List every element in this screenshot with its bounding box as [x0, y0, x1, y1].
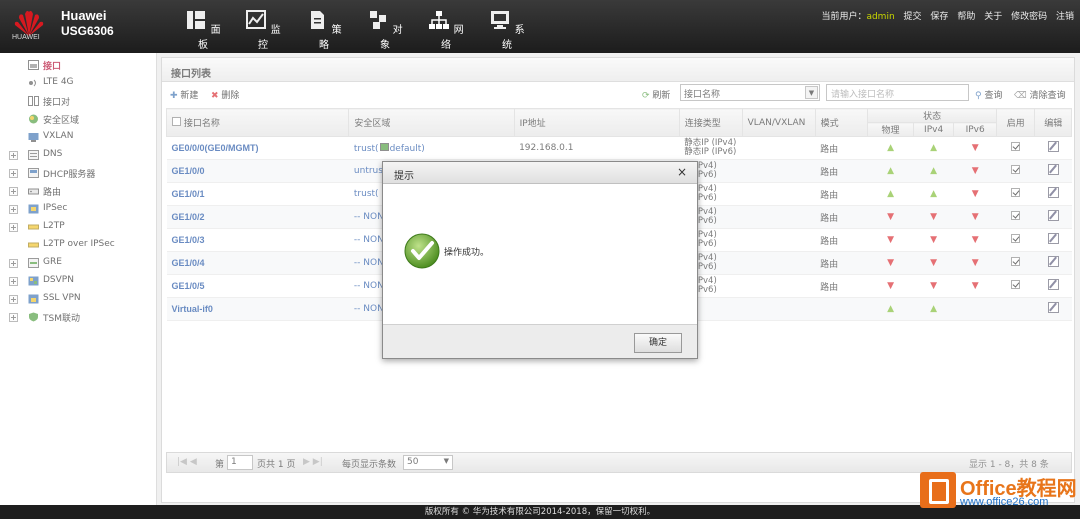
logo-text: HUAWEI	[12, 34, 40, 41]
nav-network[interactable]: 网络	[424, 10, 468, 51]
current-user: admin	[866, 12, 895, 22]
nav-object[interactable]: 对象	[363, 10, 407, 51]
dialog-footer: 确定	[383, 324, 697, 358]
device-model: USG6306	[61, 24, 114, 38]
system-icon	[491, 11, 510, 29]
watermark-url: www.office26.com	[960, 496, 1049, 508]
nav-system[interactable]: 系统	[485, 10, 529, 51]
network-icon	[429, 11, 450, 29]
success-dialog: 提示 × 操作成功。 确定	[382, 161, 698, 359]
dialog-message: 操作成功。	[444, 248, 490, 258]
watermark: Office教程网 www.office26.com	[920, 470, 1080, 519]
change-password-link[interactable]: 修改密码	[1011, 12, 1047, 22]
help-link[interactable]: 帮助	[957, 12, 975, 22]
office-logo-icon	[920, 472, 956, 508]
save-link[interactable]: 保存	[930, 12, 948, 22]
current-user-label: 当前用户：	[821, 12, 867, 22]
success-check-icon	[404, 233, 440, 269]
submit-link[interactable]: 提交	[904, 12, 922, 22]
object-icon	[370, 11, 387, 29]
dialog-title: 提示	[383, 162, 697, 184]
about-link[interactable]: 关于	[984, 12, 1002, 22]
logout-link[interactable]: 注销	[1056, 12, 1074, 22]
brand: Huawei USG6306	[61, 8, 114, 38]
ok-button[interactable]: 确定	[634, 333, 682, 353]
monitor-icon	[246, 10, 267, 29]
close-icon[interactable]: ×	[677, 165, 687, 179]
nav-monitor[interactable]: 监控	[241, 10, 285, 51]
top-right-links: 当前用户：admin 提交 保存 帮助 关于 修改密码 注销	[821, 9, 1074, 22]
nav-policy[interactable]: 策略	[302, 10, 346, 51]
footer: 版权所有 © 华为技术有限公司2014-2018，保留一切权利。	[0, 505, 1080, 519]
brand-name: Huawei	[61, 8, 107, 23]
nav-dashboard[interactable]: 面板	[181, 10, 225, 51]
top-bar: HUAWEI Huawei USG6306 面板 监控 策略 对象 网络 系统 …	[0, 0, 1080, 53]
policy-icon	[311, 11, 325, 29]
dashboard-icon	[187, 11, 206, 29]
